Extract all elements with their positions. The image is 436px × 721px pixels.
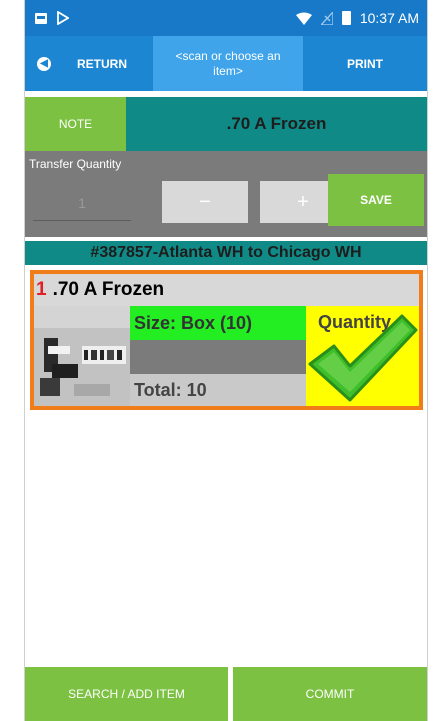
save-button[interactable]: SAVE	[328, 174, 424, 226]
bottom-action-bar: SEARCH / ADD ITEM COMMIT	[25, 667, 427, 721]
image-icon	[35, 12, 47, 24]
wifi-icon	[295, 12, 312, 25]
search-add-item-button[interactable]: SEARCH / ADD ITEM	[25, 667, 228, 721]
transfer-quantity-label: Transfer Quantity	[29, 157, 122, 171]
selected-item-title: .70 A Frozen	[126, 97, 427, 151]
transfer-quantity-panel: Transfer Quantity − + SAVE	[25, 151, 427, 237]
checkmark-icon	[308, 314, 418, 402]
return-label: RETURN	[77, 56, 127, 71]
item-total: Total: 10	[130, 374, 306, 406]
phone-screen: 10:37 AM ◀ RETURN <scan or choose an ite…	[24, 0, 428, 721]
item-index: 1	[36, 279, 47, 300]
decrement-button[interactable]: −	[162, 181, 248, 223]
transfer-title: #387857-Atlanta WH to Chicago WH	[25, 241, 427, 265]
commit-button[interactable]: COMMIT	[233, 667, 427, 721]
item-thumbnail	[34, 306, 130, 406]
scan-item-field[interactable]: <scan or choose an item>	[153, 36, 303, 91]
play-store-icon	[57, 11, 69, 25]
clock-time: 10:37 AM	[359, 10, 419, 26]
status-bar-left	[25, 11, 69, 25]
no-signal-icon	[320, 11, 333, 25]
status-bar-right: 10:37 AM	[295, 10, 427, 26]
item-name: .70 A Frozen	[52, 279, 165, 300]
item-photo-icon	[34, 306, 130, 406]
item-card[interactable]: 1 .70 A Frozen Size: Box (10) Total: 10 …	[30, 270, 423, 410]
status-bar: 10:37 AM	[25, 0, 427, 36]
note-button[interactable]: NOTE	[25, 97, 126, 151]
return-button[interactable]: ◀ RETURN	[25, 36, 153, 91]
item-size: Size: Box (10)	[130, 306, 306, 340]
quantity-input[interactable]	[33, 185, 131, 221]
print-button[interactable]: PRINT	[303, 36, 427, 91]
item-quantity-box: Quantity	[306, 306, 419, 406]
item-card-header: 1 .70 A Frozen	[36, 276, 164, 304]
note-row: NOTE .70 A Frozen	[25, 97, 427, 151]
back-arrow-icon: ◀	[37, 56, 51, 71]
item-detail-bar	[130, 340, 306, 374]
top-toolbar: ◀ RETURN <scan or choose an item> PRINT	[25, 36, 427, 91]
battery-icon	[341, 11, 351, 25]
